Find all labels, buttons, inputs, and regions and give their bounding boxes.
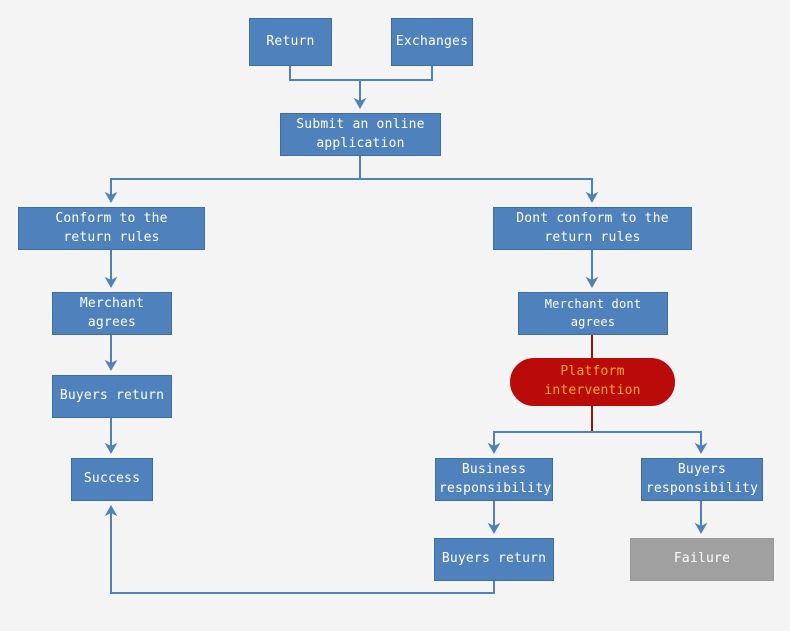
node-exchanges-label: Exchanges: [395, 33, 469, 49]
node-success[interactable]: Success: [71, 458, 153, 501]
edge-exchanges-to-submit: [361, 66, 433, 81]
flowchart-canvas: Return Exchanges Submit an online applic…: [0, 0, 790, 631]
node-merchant-dont-agrees-label: Merchant dont agrees: [544, 297, 642, 329]
edge-return-to-submit: [289, 66, 367, 110]
node-buyers-return-left-label: Buyers return: [59, 388, 165, 404]
node-merchant-agrees[interactable]: Merchant agrees: [52, 292, 172, 335]
node-conform-to-return-rules[interactable]: Conform to the return rules: [18, 207, 205, 250]
node-success-label: Success: [83, 471, 141, 487]
node-merchant-agrees-label: Merchant agrees: [79, 295, 145, 330]
node-platform-intervention-label: Platform intervention: [544, 364, 641, 398]
node-dont-conform-to-return-rules-label: Dont conform to the return rules: [516, 210, 669, 245]
edge-platform-to-business-responsibility: [487, 431, 592, 455]
node-conform-to-return-rules-label: Conform to the return rules: [55, 210, 168, 245]
node-business-responsibility[interactable]: Business responsibility: [435, 458, 553, 501]
edge-platform-to-buyers-responsibility: [592, 431, 708, 455]
node-failure-label: Failure: [673, 551, 731, 567]
node-buyers-return-right[interactable]: Buyers return: [434, 538, 554, 581]
node-merchant-dont-agrees[interactable]: Merchant dont agrees: [518, 292, 668, 335]
node-exchanges[interactable]: Exchanges: [391, 18, 473, 66]
node-submit-online-application-label: Submit an online application: [296, 116, 425, 151]
node-buyers-responsibility-label: Buyers responsibility: [645, 461, 759, 496]
edge-submit-trunk: [104, 156, 361, 204]
node-business-responsibility-label: Business responsibility: [439, 461, 552, 496]
edge-submit-to-dont-conform: [360, 178, 599, 204]
node-return-label: Return: [266, 33, 315, 49]
node-buyers-return-right-label: Buyers return: [441, 551, 547, 567]
node-buyers-responsibility[interactable]: Buyers responsibility: [641, 458, 763, 501]
node-buyers-return-left[interactable]: Buyers return: [52, 375, 172, 418]
node-submit-online-application[interactable]: Submit an online application: [280, 113, 441, 156]
node-failure[interactable]: Failure: [630, 538, 774, 581]
node-platform-intervention[interactable]: Platform intervention: [510, 358, 675, 406]
node-return[interactable]: Return: [249, 18, 332, 66]
node-dont-conform-to-return-rules[interactable]: Dont conform to the return rules: [493, 207, 692, 250]
